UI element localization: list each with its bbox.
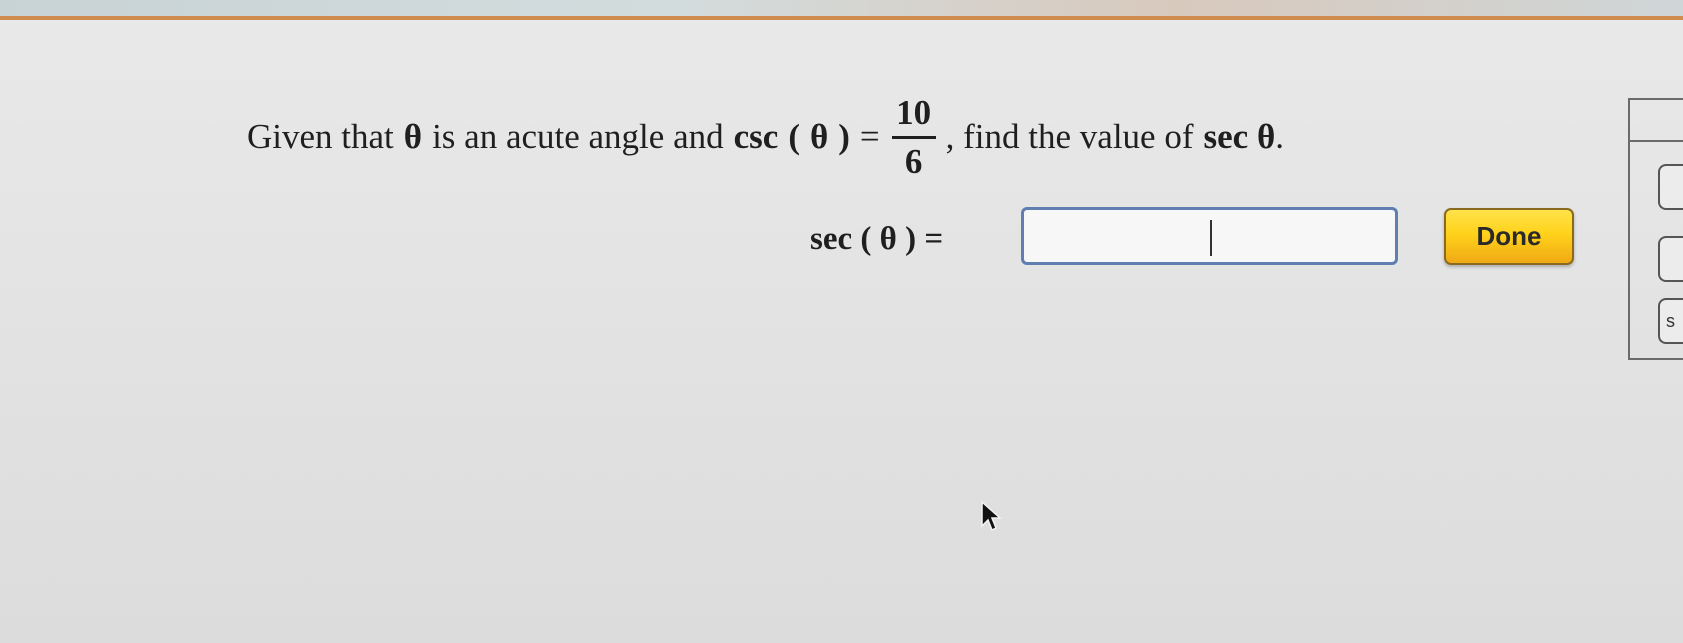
- question-text-3: , find the value of: [945, 117, 1194, 156]
- fraction: 10 6: [891, 92, 936, 181]
- mouse-pointer-icon: [981, 500, 1002, 532]
- sec-theta-label: sec ( θ ) =: [810, 220, 944, 257]
- fraction-numerator: 10: [896, 92, 932, 132]
- question-prompt: Given that θ is an acute angle and csc (…: [247, 92, 1284, 182]
- equals-sign: =: [859, 117, 880, 156]
- csc-function: csc: [733, 117, 779, 156]
- fraction-bar: [891, 135, 936, 139]
- right-paren: ): [838, 117, 850, 156]
- header-accent-rule: [0, 16, 1683, 20]
- fraction-denominator: 6: [904, 141, 923, 181]
- question-text-1: Given that: [247, 117, 394, 156]
- answer-label: sec ( θ ) =: [810, 211, 943, 267]
- done-button[interactable]: Done: [1444, 208, 1574, 265]
- question-period: .: [1275, 117, 1284, 156]
- target-expression: sec θ: [1203, 117, 1276, 156]
- left-paren: (: [788, 117, 800, 156]
- theta-argument: θ: [809, 117, 829, 156]
- side-panel-button-3[interactable]: s: [1658, 298, 1683, 344]
- top-background-strip: [0, 0, 1683, 16]
- side-panel-button-1[interactable]: [1658, 164, 1683, 210]
- text-caret: [1210, 220, 1212, 256]
- question-text-2: is an acute angle and: [432, 117, 724, 156]
- theta-symbol: θ: [403, 117, 423, 156]
- panel-divider: [1630, 140, 1683, 142]
- side-panel-button-2[interactable]: [1658, 236, 1683, 282]
